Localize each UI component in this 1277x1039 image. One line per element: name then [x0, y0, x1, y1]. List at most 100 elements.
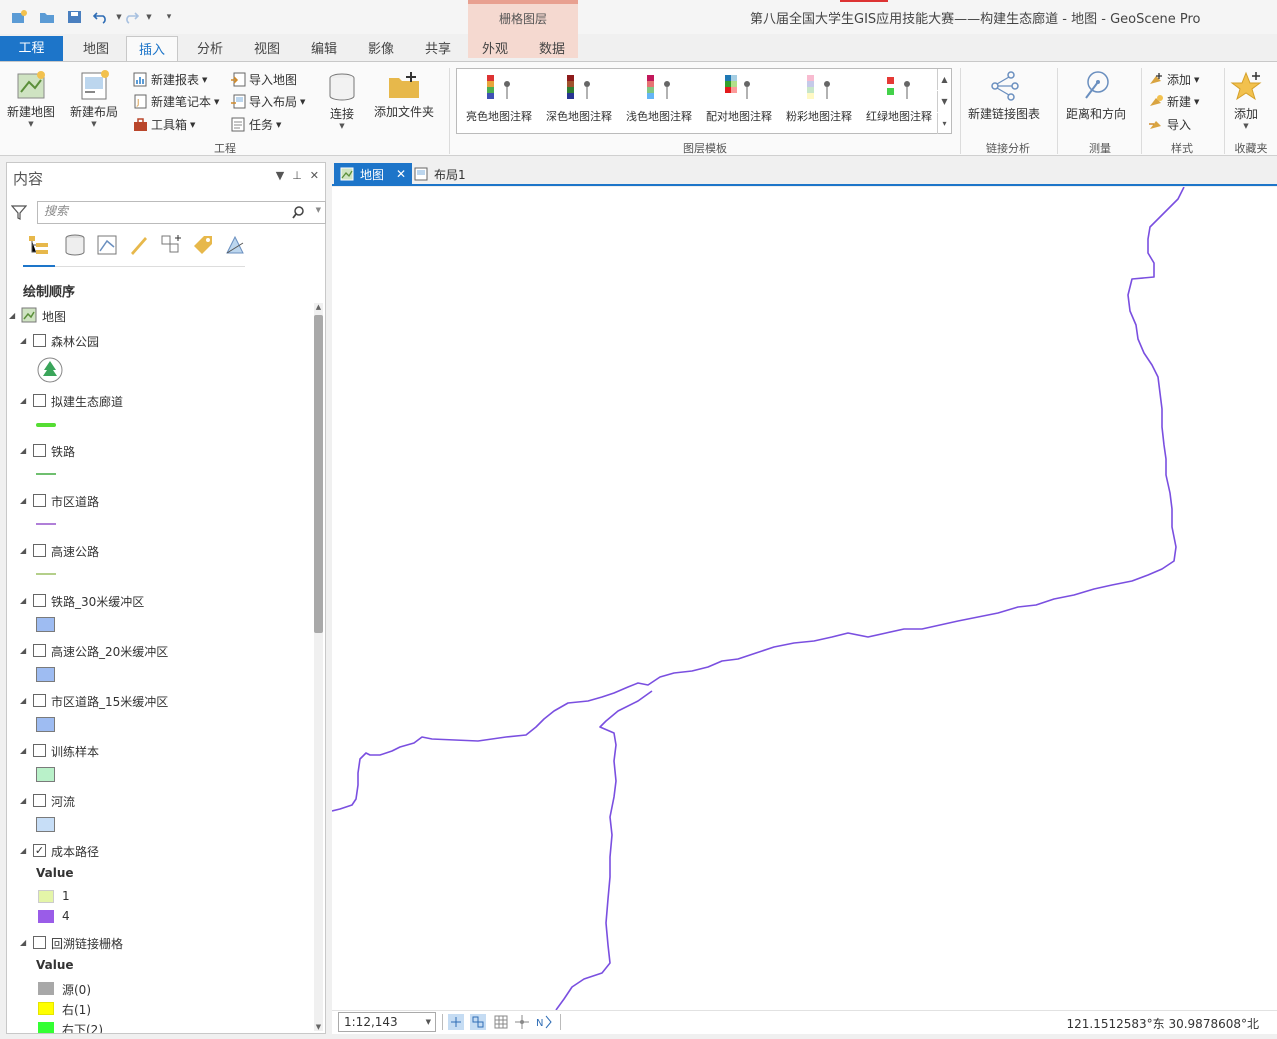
style-add-button[interactable]: 添加 ▼ — [1148, 71, 1199, 88]
constraints-icon[interactable] — [514, 1014, 530, 1030]
fixed-zoom-icon[interactable] — [448, 1014, 464, 1030]
gallery-scroll-down-icon[interactable]: ▼ — [937, 91, 951, 112]
toolbox-button[interactable]: 工具箱 ▼ — [133, 116, 195, 133]
list-by-perspective-imagery-icon[interactable] — [223, 233, 247, 257]
expand-icon[interactable]: ◢ — [20, 496, 26, 505]
tab-map[interactable]: 地图 — [72, 36, 120, 63]
scale-selector[interactable]: 1:12,143 ▼ — [338, 1012, 436, 1032]
layer-visibility-checkbox-checked[interactable]: ✓ — [33, 844, 46, 857]
template-paired-map-notes[interactable]: 配对地图注释 — [699, 71, 779, 124]
gallery-expand-icon[interactable]: ▾ — [937, 113, 951, 134]
tab-project[interactable]: 工程 — [0, 36, 63, 61]
list-by-editing-icon[interactable] — [127, 233, 151, 257]
list-by-snapping-icon[interactable] — [159, 233, 183, 257]
undo-icon[interactable] — [92, 9, 110, 25]
tab-edit[interactable]: 编辑 — [300, 36, 348, 63]
layer-visibility-checkbox[interactable] — [33, 644, 46, 657]
map-view[interactable] — [331, 186, 1277, 1010]
redo-dropdown-icon[interactable]: ▼ — [140, 9, 158, 25]
layer-visibility-checkbox[interactable] — [33, 544, 46, 557]
list-by-data-source-icon[interactable] — [63, 233, 87, 257]
expand-icon[interactable]: ◢ — [20, 596, 26, 605]
new-report-button[interactable]: 新建报表 ▼ — [133, 71, 207, 88]
style-new-button[interactable]: 新建 ▼ — [1148, 93, 1199, 110]
new-notebook-button[interactable]: J 新建笔记本 ▼ — [133, 93, 219, 110]
view-tab-layout[interactable]: 布局1 — [408, 163, 472, 185]
scroll-up-icon[interactable]: ▲ — [314, 303, 323, 311]
close-icon[interactable]: ✕ — [396, 167, 406, 181]
customize-quick-access-icon[interactable]: ▾ — [160, 9, 178, 25]
layer-visibility-checkbox[interactable] — [33, 394, 46, 407]
app-title: 第八届全国大学生GIS应用技能大赛——构建生态廊道 - 地图 - GeoScen… — [750, 12, 1201, 27]
tab-insert[interactable]: 插入 — [126, 36, 178, 64]
favorites-add-button[interactable]: 添加 ▼ — [1228, 70, 1264, 130]
grid-icon[interactable] — [493, 1014, 509, 1030]
layer-visibility-checkbox[interactable] — [33, 744, 46, 757]
pane-options-icon[interactable]: ▼ — [276, 169, 284, 182]
expand-icon[interactable]: ◢ — [20, 846, 26, 855]
tab-share[interactable]: 共享 — [414, 36, 462, 63]
list-by-drawing-order-icon[interactable] — [27, 233, 51, 257]
filter-icon[interactable] — [11, 204, 27, 220]
contents-scrollbar[interactable]: ▲ ▼ — [314, 303, 323, 1031]
expand-icon[interactable]: ◢ — [20, 646, 26, 655]
view-tab-map[interactable]: 地图 ✕ — [334, 163, 413, 185]
expand-icon[interactable]: ◢ — [20, 446, 26, 455]
expand-icon[interactable]: ◢ — [20, 696, 26, 705]
pin-icon[interactable]: ⊥ — [292, 169, 302, 182]
new-link-chart-button[interactable]: 新建链接图表 — [966, 70, 1042, 122]
add-folder-button[interactable]: 添加文件夹 — [372, 70, 436, 120]
task-button[interactable]: 任务 ▼ — [230, 116, 281, 133]
open-project-icon[interactable] — [38, 9, 56, 25]
new-layout-button[interactable]: 新建布局 ▼ — [66, 70, 122, 128]
expand-icon[interactable]: ◢ — [20, 938, 26, 947]
layer-visibility-checkbox[interactable] — [33, 794, 46, 807]
buffer-polygon-symbol — [36, 717, 55, 732]
expand-icon[interactable]: ◢ — [20, 336, 26, 345]
snapping-icon[interactable] — [470, 1014, 486, 1030]
expand-icon[interactable]: ◢ — [20, 396, 26, 405]
template-red-green-map-notes[interactable]: 红绿地图注释 — [859, 71, 939, 124]
scroll-down-icon[interactable]: ▼ — [314, 1023, 323, 1031]
layer-visibility-checkbox[interactable] — [33, 694, 46, 707]
style-import-button[interactable]: 导入 — [1148, 116, 1191, 133]
template-light-map-notes[interactable]: 浅色地图注释 — [619, 71, 699, 124]
connect-button[interactable]: 连接 ▼ — [322, 72, 362, 130]
tab-data[interactable]: 数据 — [528, 36, 576, 63]
expand-icon[interactable]: ◢ — [9, 311, 15, 320]
template-bright-map-notes[interactable]: 亮色地图注释 — [459, 71, 539, 124]
close-icon[interactable]: ✕ — [310, 169, 319, 182]
search-options-icon[interactable]: ▼ — [316, 206, 321, 214]
expand-icon[interactable]: ◢ — [20, 546, 26, 555]
distance-direction-button[interactable]: 距离和方向 — [1063, 70, 1129, 122]
expand-icon[interactable]: ◢ — [20, 746, 26, 755]
tab-imagery[interactable]: 影像 — [357, 36, 405, 63]
template-dark-map-notes[interactable]: 深色地图注释 — [539, 71, 619, 124]
new-project-icon[interactable] — [10, 9, 28, 25]
rotation-icon[interactable]: N — [536, 1014, 554, 1030]
chevron-down-icon[interactable]: ▼ — [426, 1013, 431, 1031]
expand-icon[interactable]: ◢ — [20, 796, 26, 805]
tab-analysis[interactable]: 分析 — [186, 36, 234, 63]
search-input[interactable]: 搜索 ▼ — [37, 201, 326, 224]
layer-visibility-checkbox[interactable] — [33, 444, 46, 457]
scrollbar-thumb[interactable] — [314, 315, 323, 633]
import-map-button[interactable]: 导入地图 — [230, 71, 297, 88]
layer-visibility-checkbox[interactable] — [33, 594, 46, 607]
redo-icon[interactable] — [122, 9, 140, 25]
layer-visibility-checkbox[interactable] — [33, 494, 46, 507]
list-by-selection-icon[interactable] — [95, 233, 119, 257]
new-map-button[interactable]: 新建地图 ▼ — [4, 70, 58, 128]
template-pastel-map-notes[interactable]: 粉彩地图注释 — [779, 71, 859, 124]
list-by-labeling-icon[interactable] — [191, 233, 215, 257]
gallery-scroll-up-icon[interactable]: ▲ — [937, 69, 951, 90]
new-map-label: 新建地图 — [6, 105, 55, 119]
tab-view[interactable]: 视图 — [243, 36, 291, 63]
search-icon[interactable] — [292, 206, 305, 219]
save-icon[interactable] — [66, 9, 84, 25]
layer-visibility-checkbox[interactable] — [33, 936, 46, 949]
template-label: 配对地图注释 — [706, 110, 772, 123]
import-layout-button[interactable]: 导入布局 ▼ — [230, 93, 305, 110]
tab-appearance[interactable]: 外观 — [471, 36, 519, 63]
layer-visibility-checkbox[interactable] — [33, 334, 46, 347]
